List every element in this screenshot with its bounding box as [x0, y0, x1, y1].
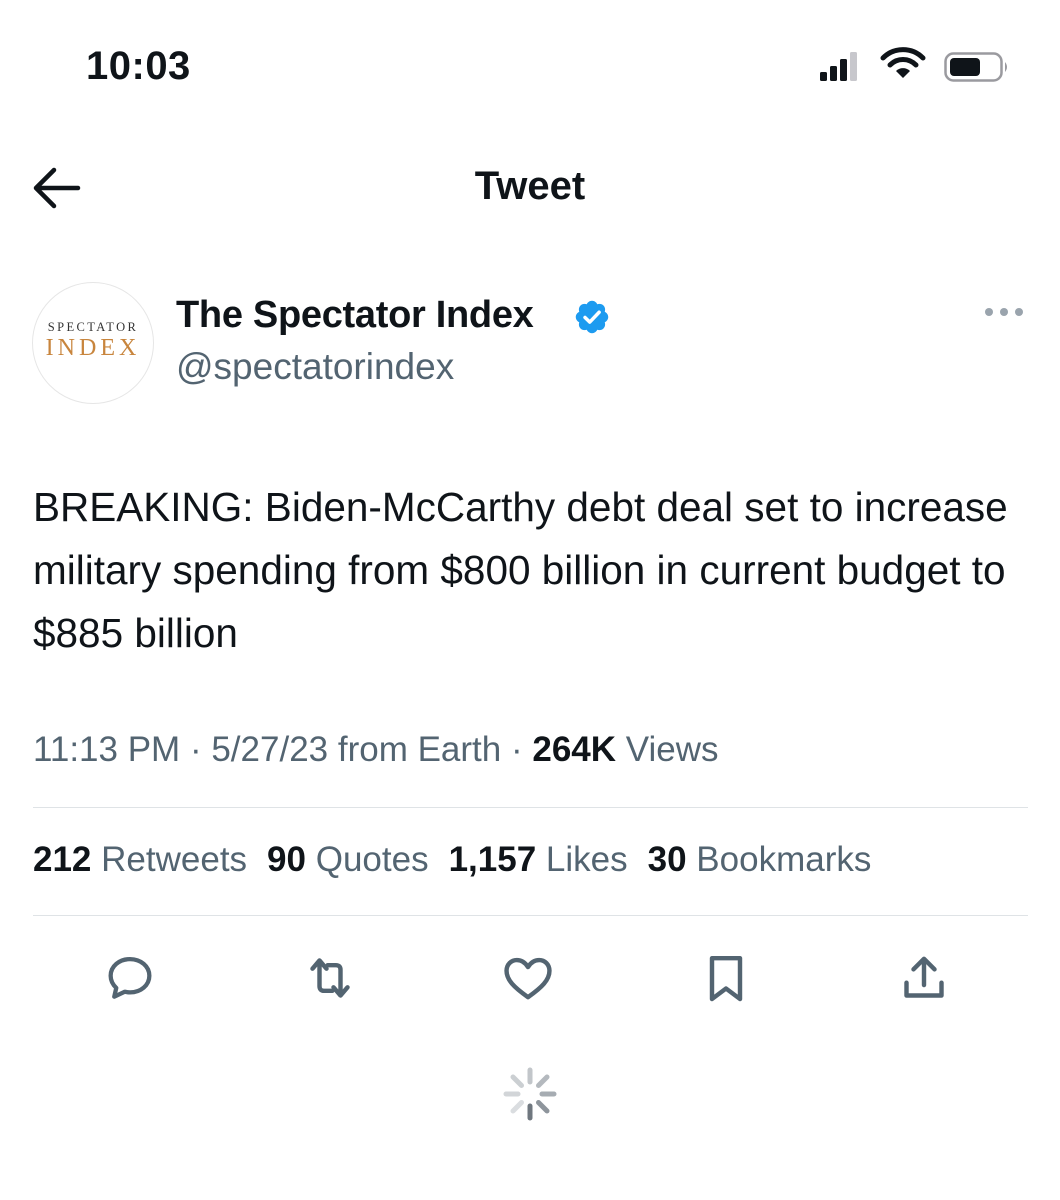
- retweet-button[interactable]: [302, 950, 358, 1006]
- loading-spinner-icon: [503, 1067, 557, 1121]
- author-name[interactable]: The Spectator Index: [176, 294, 534, 337]
- retweet-icon: [310, 958, 350, 998]
- tweet-source: from Earth: [337, 730, 502, 769]
- engagement-stats: 212 Retweets 90 Quotes 1,157 Likes 30 Bookm…: [33, 840, 891, 880]
- likes-stat[interactable]: 1,157 Likes: [449, 840, 628, 879]
- like-icon: [504, 957, 552, 1000]
- avatar-logo-line2: INDEX: [45, 335, 141, 361]
- cellular-signal-icon: [820, 52, 857, 81]
- meta-separator: ·: [510, 730, 523, 769]
- bookmark-icon: [709, 955, 743, 1002]
- views-label: Views: [625, 730, 719, 769]
- retweets-stat[interactable]: 212 Retweets: [33, 840, 247, 879]
- share-button[interactable]: [896, 950, 952, 1006]
- verified-badge-icon: [575, 300, 609, 334]
- page-title: Tweet: [474, 164, 586, 208]
- status-time: 10:03: [86, 44, 191, 88]
- more-options-icon[interactable]: [984, 306, 1024, 318]
- meta-separator: ·: [189, 730, 202, 769]
- author-handle[interactable]: @spectatorindex: [176, 346, 454, 388]
- views-count: 264K: [532, 730, 617, 769]
- battery-icon: [944, 52, 1007, 82]
- likes-label: Likes: [545, 840, 628, 879]
- bookmarks-label: Bookmarks: [696, 840, 872, 879]
- tweet-meta: 11:13 PM · 5/27/23 from Earth · 264K Vie…: [33, 730, 719, 770]
- share-icon: [904, 956, 944, 998]
- tweet-time[interactable]: 11:13 PM: [33, 730, 180, 769]
- reply-button[interactable]: [102, 950, 158, 1006]
- quotes-stat[interactable]: 90 Quotes: [267, 840, 429, 879]
- like-button[interactable]: [500, 950, 556, 1006]
- divider: [33, 915, 1028, 916]
- retweets-label: Retweets: [101, 840, 248, 879]
- bookmark-button[interactable]: [698, 950, 754, 1006]
- quotes-count: 90: [267, 840, 306, 879]
- bookmarks-count: 30: [647, 840, 687, 879]
- avatar[interactable]: SPECTATOR INDEX: [32, 282, 154, 404]
- bookmarks-stat[interactable]: 30 Bookmarks: [648, 840, 872, 879]
- retweets-count: 212: [33, 840, 92, 879]
- divider: [33, 807, 1028, 808]
- quotes-label: Quotes: [315, 840, 429, 879]
- tweet-text: BREAKING: Biden-McCarthy debt deal set t…: [33, 484, 1008, 656]
- wifi-icon: [880, 47, 926, 78]
- tweet-date[interactable]: 5/27/23: [211, 730, 328, 769]
- reply-icon: [108, 956, 152, 999]
- likes-count: 1,157: [448, 840, 537, 879]
- avatar-logo-line1: SPECTATOR: [47, 320, 139, 334]
